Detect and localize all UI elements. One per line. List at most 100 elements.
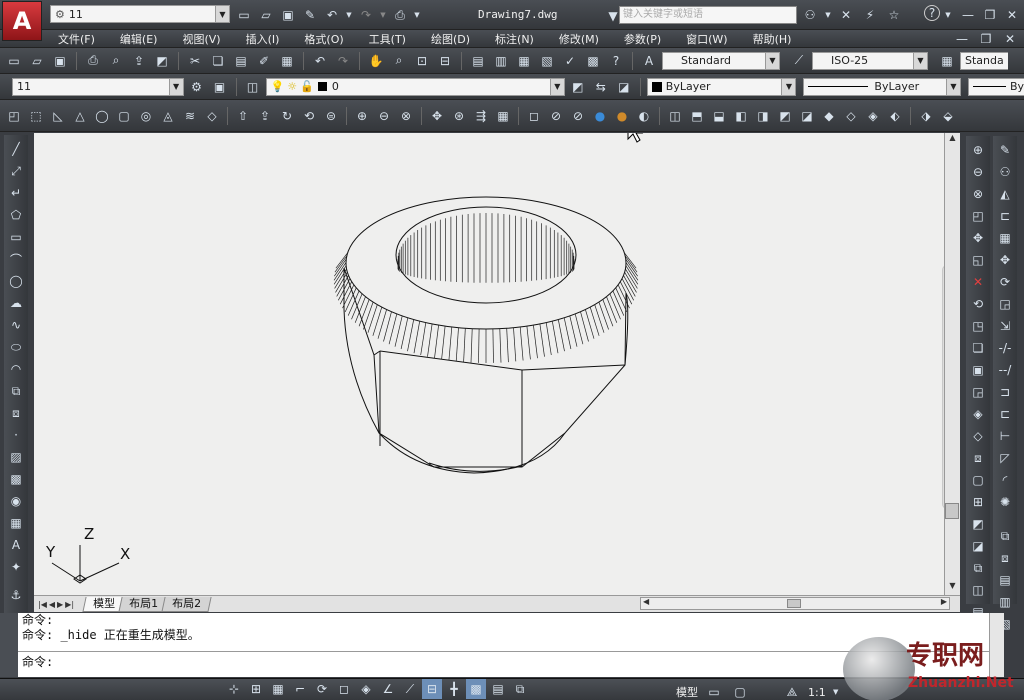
help-icon[interactable]: ? bbox=[924, 5, 940, 21]
copy-icon[interactable]: ❏ bbox=[208, 51, 228, 71]
3d-move-icon[interactable]: ✥ bbox=[427, 106, 447, 126]
minimize-icon[interactable]: — bbox=[958, 5, 978, 25]
slice-icon[interactable]: ◩ bbox=[968, 514, 988, 534]
favorites-star-icon[interactable]: ☆ bbox=[884, 5, 904, 25]
cylinder-icon[interactable]: ▢ bbox=[114, 106, 134, 126]
scroll-right-icon[interactable]: ▶ bbox=[941, 597, 947, 606]
color-faces-icon[interactable]: ▣ bbox=[968, 360, 988, 380]
imprint-icon[interactable]: ◈ bbox=[968, 404, 988, 424]
sw-iso-icon[interactable]: ◆ bbox=[819, 106, 839, 126]
back-view-icon[interactable]: ◪ bbox=[797, 106, 817, 126]
tab-layout2[interactable]: 布局2 bbox=[161, 596, 212, 612]
doc-close-icon[interactable]: ✕ bbox=[1000, 31, 1020, 47]
quick-properties-icon[interactable]: ▤ bbox=[488, 679, 508, 699]
scroll-up-icon[interactable]: ▲ bbox=[945, 133, 960, 147]
zoom-realtime-icon[interactable]: ⌕ bbox=[389, 51, 409, 71]
ortho-mode-icon[interactable]: ⌐ bbox=[290, 679, 310, 699]
menu-help[interactable]: 帮助(H) bbox=[753, 31, 792, 47]
next-tab-icon[interactable]: ▶ bbox=[57, 600, 63, 609]
qnew-icon[interactable]: ▭ bbox=[4, 51, 24, 71]
thicken-icon[interactable]: ◫ bbox=[968, 580, 988, 600]
pan-icon[interactable]: ✋ bbox=[366, 51, 386, 71]
extrude-icon[interactable]: ⇧ bbox=[233, 106, 253, 126]
fillet-icon[interactable]: ◜ bbox=[995, 470, 1015, 490]
open-file-icon[interactable]: ▱ bbox=[27, 51, 47, 71]
taper-faces-icon[interactable]: ◳ bbox=[968, 316, 988, 336]
ellipse-arc-icon[interactable]: ◠ bbox=[6, 359, 26, 379]
qat-dropdown-icon[interactable]: ▼ bbox=[412, 5, 422, 25]
menu-format[interactable]: 格式(O) bbox=[304, 31, 343, 47]
planar-surface-icon[interactable]: ◇ bbox=[202, 106, 222, 126]
line-icon[interactable]: ╱ bbox=[6, 139, 26, 159]
color-select[interactable]: ByLayer ▼ bbox=[646, 77, 797, 96]
snap-mode-icon[interactable]: ⊞ bbox=[246, 679, 266, 699]
3d-array-icon[interactable]: ▦ bbox=[493, 106, 513, 126]
layer-select[interactable]: 💡 ☼ 🔓 0 ▼ bbox=[265, 77, 565, 96]
polyline-icon[interactable]: ↵ bbox=[6, 183, 26, 203]
workspace-select[interactable]: ⚙ 11 ▼ bbox=[50, 5, 230, 23]
selection-cycling-icon[interactable]: ⧉ bbox=[510, 679, 530, 699]
prev-tab-icon[interactable]: ◀ bbox=[49, 600, 55, 609]
object-snap-tracking-icon[interactable]: ∠ bbox=[378, 679, 398, 699]
undo-dropdown-icon[interactable]: ▼ bbox=[344, 5, 354, 25]
offset-icon[interactable]: ⊏ bbox=[995, 206, 1015, 226]
construction-line-icon[interactable]: ⤢ bbox=[6, 161, 26, 181]
left-view-icon[interactable]: ◧ bbox=[731, 106, 751, 126]
revision-cloud-icon[interactable]: ☁ bbox=[6, 293, 26, 313]
quick-view-layouts-icon[interactable]: ▭ bbox=[704, 682, 724, 700]
search-dropdown-icon[interactable]: ▼ bbox=[824, 5, 832, 25]
print-icon[interactable]: ⎙ bbox=[83, 51, 103, 71]
block-editor-icon[interactable]: ▦ bbox=[277, 51, 297, 71]
publish-icon[interactable]: ⇪ bbox=[129, 51, 149, 71]
open-icon[interactable]: ▱ bbox=[256, 5, 276, 25]
redo-dropdown-icon[interactable]: ▼ bbox=[378, 5, 388, 25]
menu-tools[interactable]: 工具(T) bbox=[369, 31, 406, 47]
top-view-icon[interactable]: ⬒ bbox=[687, 106, 707, 126]
3d-print-icon[interactable]: ◩ bbox=[152, 51, 172, 71]
stretch-icon[interactable]: ⇲ bbox=[995, 316, 1015, 336]
chamfer-icon[interactable]: ◸ bbox=[995, 448, 1015, 468]
union-icon[interactable]: ⊕ bbox=[352, 106, 372, 126]
rotate-icon[interactable]: ⟳ bbox=[995, 272, 1015, 292]
grid-display-icon[interactable]: ▦ bbox=[268, 679, 288, 699]
copy-object-icon[interactable]: ⚇ bbox=[995, 162, 1015, 182]
section-icon[interactable]: ◪ bbox=[968, 536, 988, 556]
menu-parametric[interactable]: 参数(P) bbox=[624, 31, 661, 47]
clean-icon[interactable]: ◇ bbox=[968, 426, 988, 446]
rectangle-icon[interactable]: ▭ bbox=[6, 227, 26, 247]
workspace-settings-icon[interactable]: ⚙ bbox=[187, 77, 207, 97]
vertical-scrollbar[interactable]: ▲ ▼ bbox=[944, 133, 960, 595]
my-workspace-icon[interactable]: ▣ bbox=[210, 77, 230, 97]
rotate-faces-icon[interactable]: ⟲ bbox=[968, 294, 988, 314]
command-window-handle[interactable] bbox=[0, 613, 18, 677]
cut-icon[interactable]: ✂ bbox=[185, 51, 205, 71]
quick-view-drawings-icon[interactable]: ▢ bbox=[730, 682, 750, 700]
search-input[interactable]: 键入关键字或短语 bbox=[619, 6, 797, 24]
undo-icon[interactable]: ↶ bbox=[322, 5, 342, 25]
se-iso-icon[interactable]: ◇ bbox=[841, 106, 861, 126]
menu-window[interactable]: 窗口(W) bbox=[686, 31, 727, 47]
intersect-icon[interactable]: ⊗ bbox=[396, 106, 416, 126]
helix-icon[interactable]: ≋ bbox=[180, 106, 200, 126]
extend-icon[interactable]: --/ bbox=[995, 360, 1015, 380]
dim-style-select[interactable]: ISO-25 ▼ bbox=[812, 51, 928, 70]
2d-wireframe-icon[interactable]: ◻ bbox=[524, 106, 544, 126]
ucs-bottom-icon[interactable]: ⚓ bbox=[6, 585, 26, 605]
first-tab-icon[interactable]: |◀ bbox=[38, 600, 47, 609]
standard-help-icon[interactable]: ? bbox=[606, 51, 626, 71]
intersect-right-icon[interactable]: ⊗ bbox=[968, 184, 988, 204]
sheet-set-icon[interactable]: ▧ bbox=[537, 51, 557, 71]
annotation-scale-icon[interactable]: ⟁ bbox=[782, 682, 802, 700]
union-right-icon[interactable]: ⊕ bbox=[968, 140, 988, 160]
dim-style-icon[interactable]: ⟋ bbox=[789, 51, 809, 71]
delete-faces-icon[interactable]: ✕ bbox=[968, 272, 988, 292]
text-style-select[interactable]: Standard ▼ bbox=[662, 51, 780, 70]
save-icon[interactable]: ▣ bbox=[278, 5, 298, 25]
circle-icon[interactable]: ◯ bbox=[6, 271, 26, 291]
markup-icon[interactable]: ✓ bbox=[560, 51, 580, 71]
menu-edit[interactable]: 编辑(E) bbox=[120, 31, 158, 47]
extrude-faces-icon[interactable]: ◰ bbox=[968, 206, 988, 226]
presspull-icon[interactable]: ⇪ bbox=[255, 106, 275, 126]
torus-icon[interactable]: ◎ bbox=[136, 106, 156, 126]
conceptual-icon[interactable]: ● bbox=[612, 106, 632, 126]
